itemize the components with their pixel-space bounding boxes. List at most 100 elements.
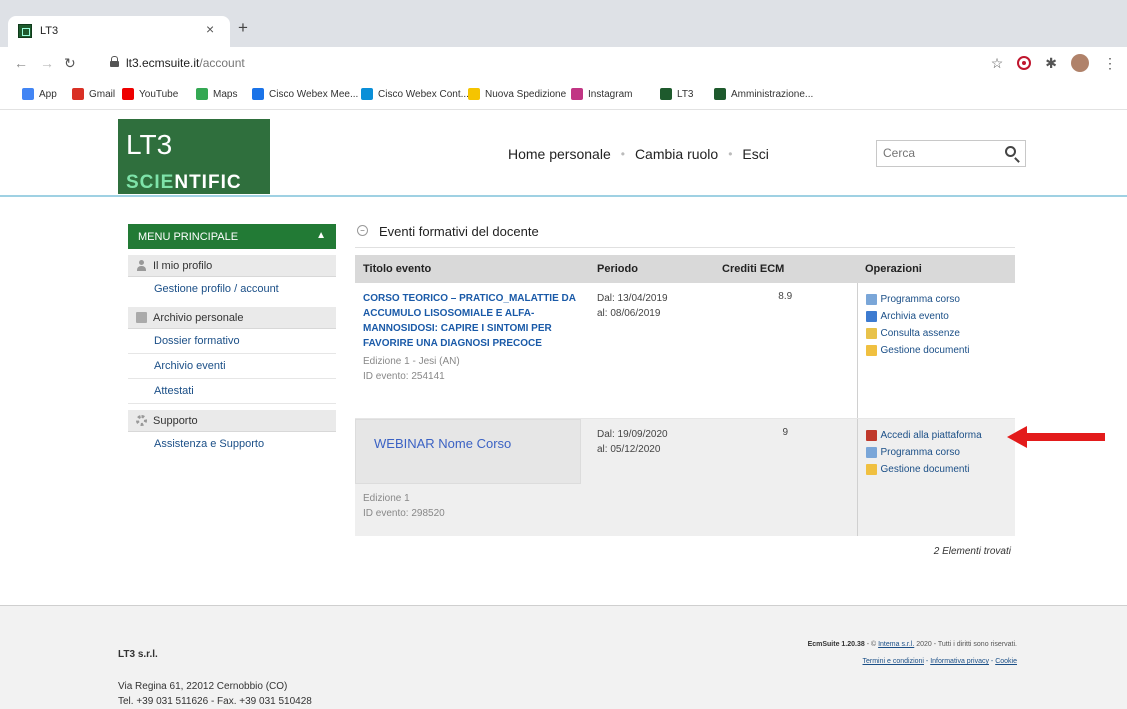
lt3-favicon-icon <box>18 24 32 38</box>
search-icon[interactable] <box>1005 146 1016 157</box>
bookmark-label: Amministrazione... <box>731 88 814 100</box>
event-id: ID evento: 298520 <box>363 507 445 519</box>
section-label: Archivio personale <box>153 312 244 324</box>
bookmark-item[interactable]: LT3 <box>660 88 694 100</box>
lt3-icon <box>714 88 726 100</box>
bookmark-item[interactable]: Amministrazione... <box>714 88 813 100</box>
nav-cambia-ruolo[interactable]: Cambia ruolo <box>635 146 718 162</box>
operation-link[interactable]: Gestione documenti <box>865 342 1008 359</box>
operation-icon <box>865 429 877 441</box>
cookie-link[interactable]: Cookie <box>995 658 1017 665</box>
new-tab-button[interactable]: + <box>238 18 248 38</box>
bookmarks-bar: App Gmail YouTube Maps Cisco Webex Mee... Cis… <box>0 80 1127 110</box>
lt3-icon <box>660 88 672 100</box>
section-archivio-personale: Archivio personale <box>128 307 336 329</box>
forward-arrow-icon[interactable]: → <box>40 55 54 71</box>
collapse-toggle-icon[interactable]: − <box>357 225 368 236</box>
bookmark-label: LT3 <box>677 88 694 100</box>
bookmark-item[interactable]: Instagram <box>571 88 632 100</box>
nav-separator: • <box>620 147 625 161</box>
company-address: Via Regina 61, 22012 Cernobbio (CO) Tel.… <box>118 679 312 709</box>
operation-link[interactable]: Gestione documenti <box>865 461 1008 478</box>
sidebar-item-dossier-formativo[interactable]: Dossier formativo <box>128 329 336 354</box>
privacy-link[interactable]: Informativa privacy <box>930 658 989 665</box>
section-label: Supporto <box>153 415 198 427</box>
record-extension-icon[interactable] <box>1017 56 1032 70</box>
browser-tab[interactable]: LT3 × <box>8 16 230 47</box>
phone-line: Tel. +39 031 511626 - Fax. +39 031 51042… <box>118 696 312 707</box>
back-arrow-icon[interactable]: ← <box>14 55 28 71</box>
more-menu-icon[interactable]: ⋮ <box>1103 55 1117 72</box>
col-header-periodo: Periodo <box>589 255 714 283</box>
intema-link[interactable]: Intema s.r.l. <box>878 641 914 648</box>
results-count: 2 Elementi trovati <box>933 546 1011 557</box>
bookmark-item[interactable]: Gmail <box>72 88 115 100</box>
operation-link[interactable]: Archivia evento <box>865 308 1008 325</box>
operation-label: Gestione documenti <box>880 463 970 475</box>
bookmark-item[interactable]: App <box>22 88 57 100</box>
terms-link[interactable]: Termini e condizioni <box>863 658 924 665</box>
menu-title: MENU PRINCIPALE <box>138 231 239 243</box>
browser-tabstrip: LT3 × + <box>0 0 1127 47</box>
sidebar-item-archivio-eventi[interactable]: Archivio eventi <box>128 354 336 379</box>
period-to: al: 08/06/2019 <box>597 308 661 319</box>
apps-icon <box>22 88 34 100</box>
reload-icon[interactable]: ↻ <box>64 55 76 72</box>
period-from: Dal: 13/04/2019 <box>597 293 668 304</box>
support-gear-icon <box>136 415 147 426</box>
tab-close-icon[interactable]: × <box>206 21 214 37</box>
url-path: /account <box>199 56 245 70</box>
col-header-operazioni: Operazioni <box>857 255 1015 283</box>
user-icon <box>136 260 147 271</box>
event-title-link[interactable]: CORSO TEORICO – PRATICO_MALATTIE DA ACCU… <box>363 291 581 351</box>
instagram-icon <box>571 88 583 100</box>
archive-icon <box>136 312 147 323</box>
chevron-up-icon[interactable]: ▲ <box>316 230 326 241</box>
menu-principale-header[interactable]: MENU PRINCIPALE ▲ <box>128 224 336 249</box>
search-input[interactable] <box>883 146 993 160</box>
toolbar-icons: ☆ ✱ ⋮ <box>991 54 1117 72</box>
bookmark-item[interactable]: YouTube <box>122 88 178 100</box>
sidebar-item-attestati[interactable]: Attestati <box>128 379 336 404</box>
operation-link[interactable]: Accedi alla piattaforma <box>865 427 1008 444</box>
bookmark-item[interactable]: Cisco Webex Cont... <box>361 88 469 100</box>
operation-link[interactable]: Consulta assenze <box>865 325 1008 342</box>
bookmark-item[interactable]: Cisco Webex Mee... <box>252 88 358 100</box>
operation-link[interactable]: Programma corso <box>865 291 1008 308</box>
event-edition: Edizione 1 - Jesi (AN) <box>363 356 460 367</box>
bookmark-label: Cisco Webex Mee... <box>269 88 359 100</box>
bookmark-label: Gmail <box>89 88 116 100</box>
sidebar-item-assistenza[interactable]: Assistenza e Supporto <box>128 432 336 456</box>
table-row: CORSO TEORICO – PRATICO_MALATTIE DA ACCU… <box>355 283 1015 419</box>
top-navigation: Home personale • Cambia ruolo • Esci <box>508 146 769 162</box>
event-id: ID evento: 254141 <box>363 371 445 382</box>
nav-home-personale[interactable]: Home personale <box>508 146 611 162</box>
event-title-link[interactable]: WEBINAR Nome Corso <box>374 436 511 451</box>
bookmark-item[interactable]: Nuova Spedizione <box>468 88 566 100</box>
shipping-icon <box>468 88 480 100</box>
panel-title: Eventi formativi del docente <box>379 224 539 239</box>
sidebar-item-gestione-profilo[interactable]: Gestione profilo / account <box>128 277 336 301</box>
bookmark-label: Cisco Webex Cont... <box>378 88 469 100</box>
address-line: Via Regina 61, 22012 Cernobbio (CO) <box>118 681 288 692</box>
extensions-puzzle-icon[interactable]: ✱ <box>1045 55 1057 72</box>
events-table: Titolo evento Periodo Crediti ECM Operaz… <box>355 255 1015 536</box>
operation-link[interactable]: Programma corso <box>865 444 1008 461</box>
copyright-sep: - © <box>864 641 879 648</box>
bookmark-label: Nuova Spedizione <box>485 88 567 100</box>
operation-icon <box>865 446 877 458</box>
bookmark-item[interactable]: Maps <box>196 88 237 100</box>
profile-avatar[interactable] <box>1071 54 1089 72</box>
credits-value: 9 <box>714 418 857 536</box>
panel-header: − Eventi formativi del docente <box>355 224 1015 248</box>
search-box <box>876 140 1026 167</box>
star-icon[interactable]: ☆ <box>991 55 1004 72</box>
operation-label: Accedi alla piattaforma <box>880 429 982 441</box>
sidebar-menu: MENU PRINCIPALE ▲ Il mio profilo Gestion… <box>128 224 336 456</box>
nav-esci[interactable]: Esci <box>742 146 768 162</box>
section-supporto: Supporto <box>128 410 336 432</box>
period-from: Dal: 19/09/2020 <box>597 428 668 440</box>
lt3-scientific-logo[interactable]: LT3 SCIENTIFIC <box>118 119 270 194</box>
webinar-title-box[interactable]: WEBINAR Nome Corso <box>355 418 581 484</box>
url-text[interactable]: lt3.ecmsuite.it/account <box>126 56 245 70</box>
